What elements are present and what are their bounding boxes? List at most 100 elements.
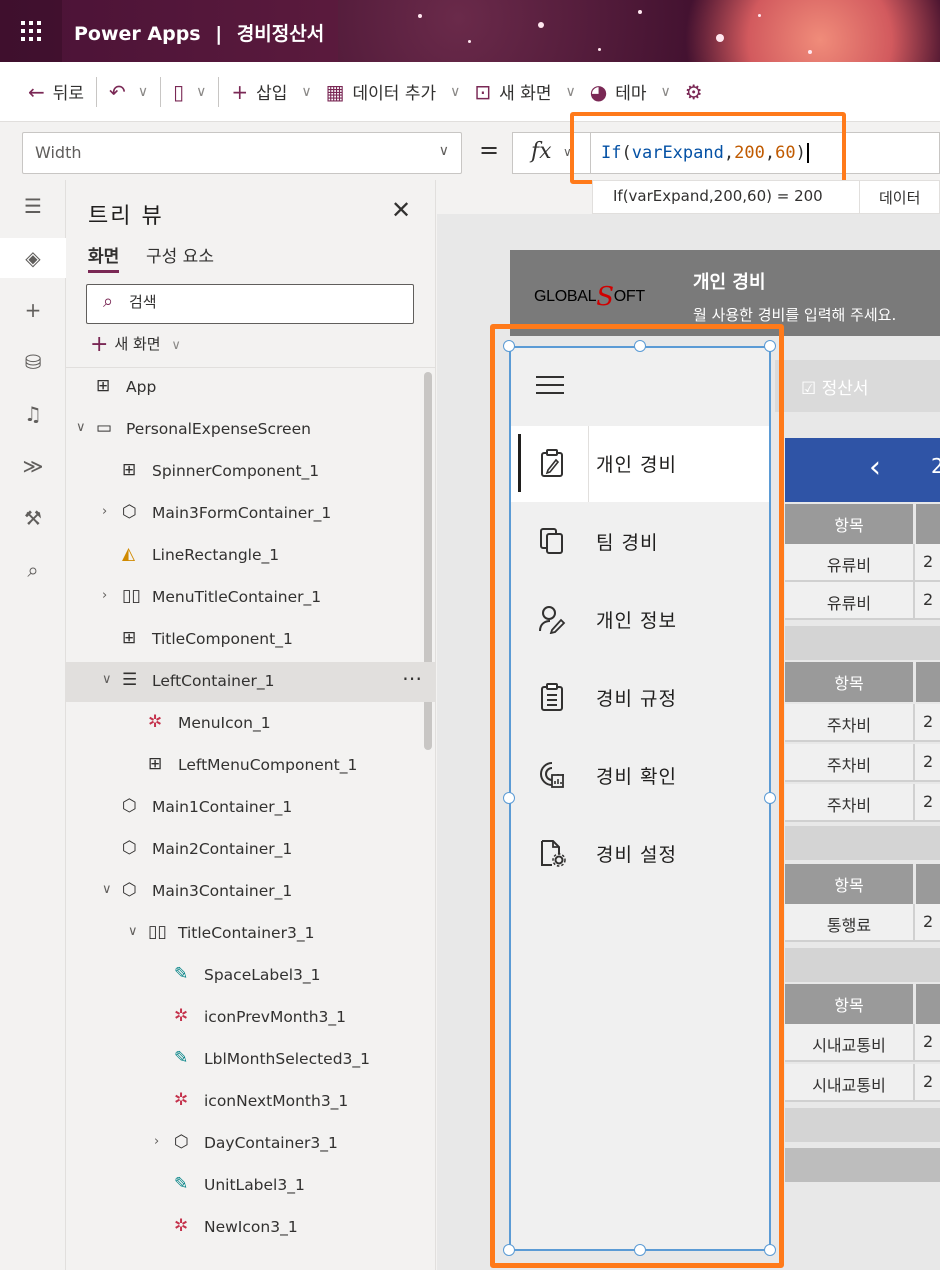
hamburger-menu-icon[interactable]: ☰ bbox=[0, 186, 66, 226]
tree-new-screen-button[interactable]: + 새 화면 ∨ bbox=[90, 332, 181, 357]
tree-view-layers-icon[interactable]: ◈ bbox=[0, 238, 66, 278]
vertical-container-icon: ☰ bbox=[122, 670, 138, 690]
tree-node[interactable]: ✲ MenuIcon_1 bbox=[66, 704, 435, 744]
horizontal-container-icon: ▯▯ bbox=[122, 586, 141, 606]
label-icon: ✎ bbox=[174, 1174, 189, 1194]
property-dropdown[interactable]: Width ∨ bbox=[22, 132, 462, 174]
theme-button[interactable]: ◕ 테마 ∨ bbox=[590, 79, 671, 105]
chevron-right-icon[interactable]: › bbox=[102, 588, 107, 603]
settlement-label: ☑ 정산서 bbox=[801, 379, 869, 399]
chevron-down-icon[interactable]: ∨ bbox=[102, 672, 112, 687]
tree-node[interactable]: ✎ SpaceLabel3_1 bbox=[66, 956, 435, 996]
toolbar-divider bbox=[96, 76, 98, 107]
container-icon: ⬡ bbox=[122, 502, 137, 522]
tree-node[interactable]: ⊞ SpinnerComponent_1 bbox=[66, 452, 435, 492]
table-row[interactable]: 주차비 2 bbox=[785, 744, 940, 782]
left-container-highlight-annotation bbox=[490, 324, 784, 1268]
media-icon[interactable]: ♫ bbox=[0, 394, 66, 434]
container-icon: ⬡ bbox=[122, 880, 137, 900]
tree-node[interactable]: ∨ ⬡ Main3Container_1 bbox=[66, 872, 435, 912]
arrow-left-icon: ← bbox=[28, 79, 45, 104]
chevron-down-icon[interactable]: ∨ bbox=[102, 882, 112, 897]
tree-node[interactable]: ⬡ Main2Container_1 bbox=[66, 830, 435, 870]
chevron-down-icon[interactable]: ∨ bbox=[128, 924, 138, 939]
tab-screens[interactable]: 화면 bbox=[88, 242, 120, 273]
app-launcher-button[interactable] bbox=[0, 0, 62, 62]
document-name: 경비정산서 bbox=[236, 23, 325, 45]
table-header: 항목 bbox=[785, 504, 940, 544]
table-row[interactable]: 유류비 2 bbox=[785, 582, 940, 620]
table-row[interactable]: 통행료 2 bbox=[785, 904, 940, 942]
gear-icon: ⚙ bbox=[684, 79, 703, 104]
group-separator bbox=[785, 1108, 940, 1142]
settlement-button[interactable]: ☑ 정산서 bbox=[775, 360, 940, 412]
chevron-down-icon[interactable]: ∨ bbox=[76, 420, 86, 435]
tree-node[interactable]: › ▯▯ MenuTitleContainer_1 bbox=[66, 578, 435, 618]
advanced-tools-icon[interactable]: ⚒ bbox=[0, 498, 66, 538]
paste-dropdown-chevron-icon[interactable]: ∨ bbox=[196, 84, 206, 100]
insert-button[interactable]: + 삽입 ∨ bbox=[231, 79, 311, 105]
tree-node[interactable]: ⊞ App bbox=[66, 368, 435, 408]
tree-node[interactable]: ✎ LblMonthSelected3_1 bbox=[66, 1040, 435, 1080]
icon-control-icon: ✲ bbox=[174, 1216, 189, 1236]
screen-icon: ▭ bbox=[96, 418, 113, 438]
table-header: 항목 bbox=[785, 662, 940, 702]
close-icon[interactable]: ✕ bbox=[391, 196, 411, 224]
search-icon[interactable]: ⌕ bbox=[0, 550, 66, 590]
plus-icon: + bbox=[231, 79, 249, 104]
container-icon: ⬡ bbox=[174, 1132, 189, 1152]
table-row[interactable]: 주차비 2 bbox=[785, 704, 940, 742]
tree-node[interactable]: ∨ ▭ PersonalExpenseScreen bbox=[66, 410, 435, 450]
tree-node-selected[interactable]: ∨ ☰ LeftContainer_1 ⋯ bbox=[66, 662, 435, 702]
product-name: Power Apps bbox=[74, 23, 201, 45]
theme-label: 테마 bbox=[615, 84, 647, 104]
tree-node[interactable]: ✲ NewIcon3_1 bbox=[66, 1208, 435, 1248]
undo-button[interactable]: ↶ bbox=[109, 82, 126, 102]
chevron-right-icon[interactable]: › bbox=[154, 1134, 159, 1149]
tree-node[interactable]: ◭ LineRectangle_1 bbox=[66, 536, 435, 576]
tree-node[interactable]: › ⬡ Main3FormContainer_1 bbox=[66, 494, 435, 534]
title-bar: Power Apps | 경비정산서 bbox=[0, 0, 940, 62]
undo-dropdown-chevron-icon[interactable]: ∨ bbox=[138, 84, 148, 100]
data-type-tab[interactable]: 데이터 bbox=[879, 187, 920, 208]
group-separator bbox=[785, 948, 940, 982]
new-screen-label: 새 화면 bbox=[499, 84, 552, 104]
insert-plus-icon[interactable]: + bbox=[0, 290, 66, 330]
new-screen-button[interactable]: ⊡ 새 화면 ∨ bbox=[474, 79, 575, 105]
formula-highlight-annotation bbox=[570, 112, 846, 184]
tree-node[interactable]: ✲ iconPrevMonth3_1 bbox=[66, 998, 435, 1038]
tree-node[interactable]: ∨ ▯▯ TitleContainer3_1 bbox=[66, 914, 435, 954]
label-icon: ✎ bbox=[174, 964, 189, 984]
label-icon: ✎ bbox=[174, 1048, 189, 1068]
more-options-icon[interactable]: ⋯ bbox=[402, 666, 422, 690]
data-cylinder-icon[interactable]: ⛁ bbox=[0, 342, 66, 382]
table-row[interactable]: 시내교통비 2 bbox=[785, 1064, 940, 1102]
tree-node[interactable]: › ⬡ DayContainer3_1 bbox=[66, 1124, 435, 1164]
tree-node[interactable]: ✎ UnitLabel3_1 bbox=[66, 1166, 435, 1206]
tree-view-panel: 트리 뷰 ✕ 화면 구성 요소 ⌕ + 새 화면 ∨ ⊞ App ∨ ▭ Pers… bbox=[66, 180, 436, 1270]
tree-node[interactable]: ⊞ LeftMenuComponent_1 bbox=[66, 746, 435, 786]
tree-search-input[interactable] bbox=[129, 293, 399, 311]
title-separator: | bbox=[215, 23, 223, 45]
toolbar-divider bbox=[160, 76, 162, 107]
back-button[interactable]: ← 뒤로 bbox=[28, 79, 85, 105]
month-navigation-bar: ‹ 2 bbox=[785, 438, 940, 502]
add-data-label: 데이터 추가 bbox=[352, 84, 437, 104]
settings-button[interactable]: ⚙ bbox=[685, 82, 703, 102]
chevron-left-icon[interactable]: ‹ bbox=[869, 450, 881, 485]
tree-node[interactable]: ⊞ TitleComponent_1 bbox=[66, 620, 435, 660]
tree-node[interactable]: ⬡ Main1Container_1 bbox=[66, 788, 435, 828]
paste-button[interactable]: ▯ bbox=[173, 82, 184, 102]
add-data-button[interactable]: ▦ 데이터 추가 ∨ bbox=[326, 79, 461, 105]
table-row[interactable]: 주차비 2 bbox=[785, 784, 940, 822]
component-icon: ⊞ bbox=[122, 628, 137, 648]
horizontal-container-icon: ▯▯ bbox=[148, 922, 167, 942]
back-label: 뒤로 bbox=[52, 84, 85, 104]
tree-node[interactable]: ✲ iconNextMonth3_1 bbox=[66, 1082, 435, 1122]
table-row[interactable]: 유류비 2 bbox=[785, 544, 940, 582]
icon-control-icon: ✲ bbox=[174, 1006, 189, 1026]
table-row[interactable]: 시내교통비 2 bbox=[785, 1024, 940, 1062]
chevron-right-icon[interactable]: › bbox=[102, 504, 107, 519]
power-automate-icon[interactable]: ≫ bbox=[0, 446, 66, 486]
tab-components[interactable]: 구성 요소 bbox=[146, 242, 214, 267]
